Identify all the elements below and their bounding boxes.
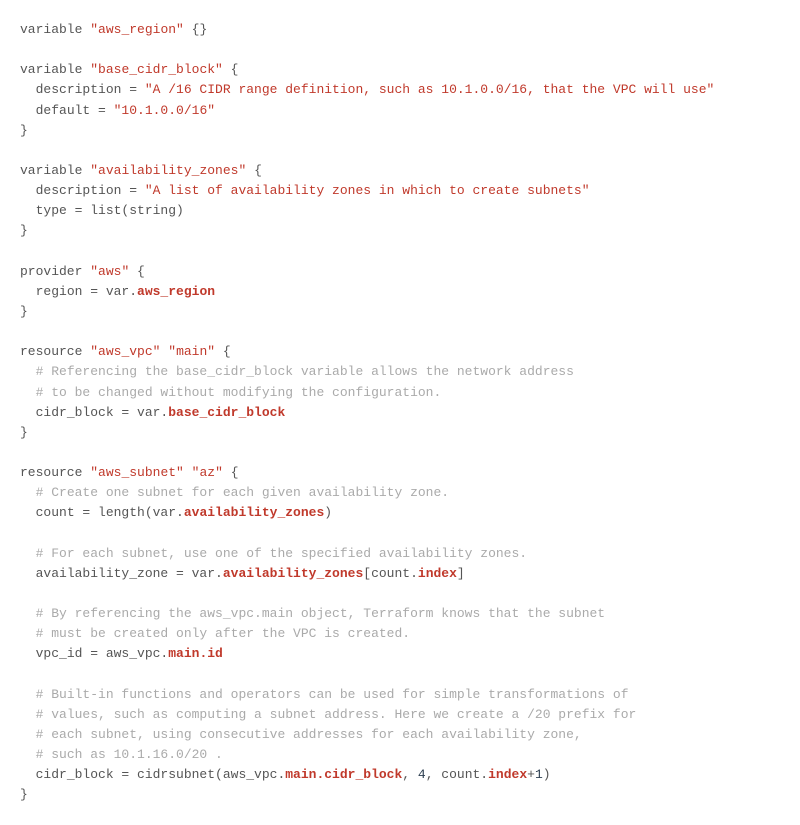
code-line: region = var.aws_region	[20, 284, 215, 299]
code-line: type = list(string)	[20, 203, 184, 218]
code-line: cidr_block = cidrsubnet(aws_vpc.main.cid…	[20, 767, 551, 782]
code-line: }	[20, 223, 28, 238]
code-comment: # By referencing the aws_vpc.main object…	[20, 606, 605, 621]
code-comment: # Built-in functions and operators can b…	[20, 687, 629, 702]
code-comment: # values, such as computing a subnet add…	[20, 707, 636, 722]
code-line: resource "aws_vpc" "main" {	[20, 344, 231, 359]
code-line: variable "availability_zones" {	[20, 163, 262, 178]
code-comment: # For each subnet, use one of the specif…	[20, 546, 527, 561]
code-line: vpc_id = aws_vpc.main.id	[20, 646, 223, 661]
code-line: variable "aws_region" {}	[20, 22, 207, 37]
code-comment: # Create one subnet for each given avail…	[20, 485, 449, 500]
code-line: }	[20, 123, 28, 138]
code-line: }	[20, 787, 28, 802]
code-line: cidr_block = var.base_cidr_block	[20, 405, 285, 420]
code-comment: # must be created only after the VPC is …	[20, 626, 410, 641]
code-line: variable "base_cidr_block" {	[20, 62, 238, 77]
code-line: default = "10.1.0.0/16"	[20, 103, 215, 118]
code-line: }	[20, 425, 28, 440]
code-comment: # to be changed without modifying the co…	[20, 385, 441, 400]
code-block: variable "aws_region" {} variable "base_…	[20, 20, 780, 805]
code-line: provider "aws" {	[20, 264, 145, 279]
code-comment: # such as 10.1.16.0/20 .	[20, 747, 223, 762]
code-line: description = "A /16 CIDR range definiti…	[20, 82, 714, 97]
code-line: count = length(var.availability_zones)	[20, 505, 332, 520]
code-line: description = "A list of availability zo…	[20, 183, 590, 198]
code-line: availability_zone = var.availability_zon…	[20, 566, 465, 581]
code-comment: # Referencing the base_cidr_block variab…	[20, 364, 574, 379]
code-line: resource "aws_subnet" "az" {	[20, 465, 239, 480]
code-comment: # each subnet, using consecutive address…	[20, 727, 582, 742]
code-line: }	[20, 304, 28, 319]
